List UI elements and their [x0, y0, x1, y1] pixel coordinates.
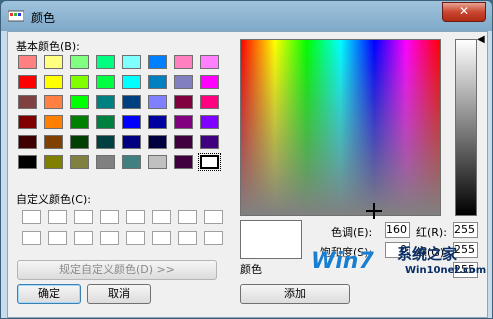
custom-color-slot[interactable] [74, 231, 93, 245]
title-bar: 颜色 ✕ [1, 1, 492, 31]
custom-color-slot[interactable] [178, 231, 197, 245]
custom-color-slot[interactable] [74, 210, 93, 224]
basic-color-swatch[interactable] [200, 75, 219, 89]
basic-color-swatch[interactable] [174, 95, 193, 109]
basic-color-swatch[interactable] [70, 115, 89, 129]
custom-color-slot[interactable] [48, 210, 67, 224]
basic-color-swatch[interactable] [122, 115, 141, 129]
basic-color-swatch[interactable] [148, 95, 167, 109]
basic-color-swatch[interactable] [96, 155, 115, 169]
custom-color-slot[interactable] [126, 231, 145, 245]
basic-color-swatch[interactable] [44, 55, 63, 69]
hue-label: 色调(E): [331, 226, 373, 239]
basic-color-swatch[interactable] [122, 155, 141, 169]
basic-color-swatch[interactable] [200, 115, 219, 129]
basic-color-swatch[interactable] [70, 135, 89, 149]
window-title: 颜色 [31, 11, 56, 25]
basic-color-swatch[interactable] [148, 75, 167, 89]
basic-color-swatch[interactable] [96, 75, 115, 89]
basic-color-swatch[interactable] [44, 75, 63, 89]
basic-color-swatch[interactable] [44, 95, 63, 109]
color-preview [240, 220, 302, 259]
basic-color-swatch[interactable] [200, 95, 219, 109]
custom-color-slot[interactable] [152, 231, 171, 245]
crosshair-icon [366, 203, 382, 219]
color-spectrum[interactable] [240, 39, 441, 216]
watermark-brand: 系统之家 [397, 245, 458, 263]
custom-color-slot[interactable] [22, 210, 41, 224]
basic-color-swatch[interactable] [96, 135, 115, 149]
custom-color-slot[interactable] [100, 210, 119, 224]
basic-color-swatch[interactable] [148, 135, 167, 149]
basic-color-swatch[interactable] [122, 95, 141, 109]
custom-color-slot[interactable] [152, 210, 171, 224]
basic-color-swatch[interactable] [122, 75, 141, 89]
red-label: 红(R): [416, 226, 447, 239]
custom-color-slot[interactable] [126, 210, 145, 224]
basic-color-swatch[interactable] [174, 55, 193, 69]
custom-colors-label: 自定义颜色(C): [16, 193, 91, 206]
custom-color-slot[interactable] [100, 231, 119, 245]
close-button[interactable]: ✕ [442, 2, 486, 22]
hue-input[interactable]: 160 [385, 222, 410, 238]
basic-color-swatch[interactable] [96, 115, 115, 129]
basic-color-swatch[interactable] [44, 115, 63, 129]
basic-color-swatch[interactable] [18, 95, 37, 109]
basic-color-swatch[interactable] [198, 153, 221, 171]
basic-colors-label: 基本颜色(B): [16, 40, 80, 53]
basic-color-swatch[interactable] [44, 135, 63, 149]
color-palette-icon [8, 10, 24, 22]
basic-color-swatch[interactable] [70, 155, 89, 169]
luminance-slider[interactable] [455, 39, 477, 216]
preview-label: 颜色 [240, 263, 262, 276]
basic-color-swatch[interactable] [174, 155, 193, 169]
basic-color-swatch[interactable] [122, 55, 141, 69]
basic-color-swatch[interactable] [70, 95, 89, 109]
basic-color-swatch[interactable] [18, 135, 37, 149]
site-watermark: Win7 系统之家 Win10net.com [305, 239, 486, 289]
ok-button[interactable]: 确定 [17, 284, 81, 304]
custom-color-slot[interactable] [204, 210, 223, 224]
triangle-left-icon[interactable]: ◀ [477, 34, 485, 45]
basic-color-swatch[interactable] [18, 55, 37, 69]
custom-color-slot[interactable] [48, 231, 67, 245]
basic-color-swatch[interactable] [148, 155, 167, 169]
basic-color-swatch[interactable] [18, 75, 37, 89]
color-dialog: 颜色 ✕ 基本颜色(B): 自定义颜色(C): 规定自定义颜色(D) >> 确定… [0, 0, 493, 319]
define-custom-colors-button[interactable]: 规定自定义颜色(D) >> [17, 260, 217, 280]
basic-color-swatch[interactable] [200, 135, 219, 149]
watermark-url: Win10net.com [405, 265, 487, 276]
basic-color-swatch[interactable] [174, 115, 193, 129]
close-icon: ✕ [458, 4, 470, 18]
basic-color-swatch[interactable] [44, 155, 63, 169]
basic-color-swatch[interactable] [122, 135, 141, 149]
basic-color-swatch[interactable] [18, 155, 37, 169]
basic-color-swatch[interactable] [148, 115, 167, 129]
basic-color-swatch[interactable] [148, 55, 167, 69]
basic-color-swatch[interactable] [18, 115, 37, 129]
custom-color-slot[interactable] [178, 210, 197, 224]
basic-color-swatch[interactable] [70, 75, 89, 89]
watermark-logo: Win7 [311, 249, 374, 274]
cancel-button[interactable]: 取消 [87, 284, 151, 304]
basic-color-swatch[interactable] [200, 55, 219, 69]
custom-color-slot[interactable] [22, 231, 41, 245]
basic-color-swatch[interactable] [96, 95, 115, 109]
red-input[interactable]: 255 [453, 222, 478, 238]
custom-color-slot[interactable] [204, 231, 223, 245]
basic-color-swatch[interactable] [174, 75, 193, 89]
basic-color-swatch[interactable] [174, 135, 193, 149]
basic-color-swatch[interactable] [70, 55, 89, 69]
basic-color-swatch[interactable] [96, 55, 115, 69]
